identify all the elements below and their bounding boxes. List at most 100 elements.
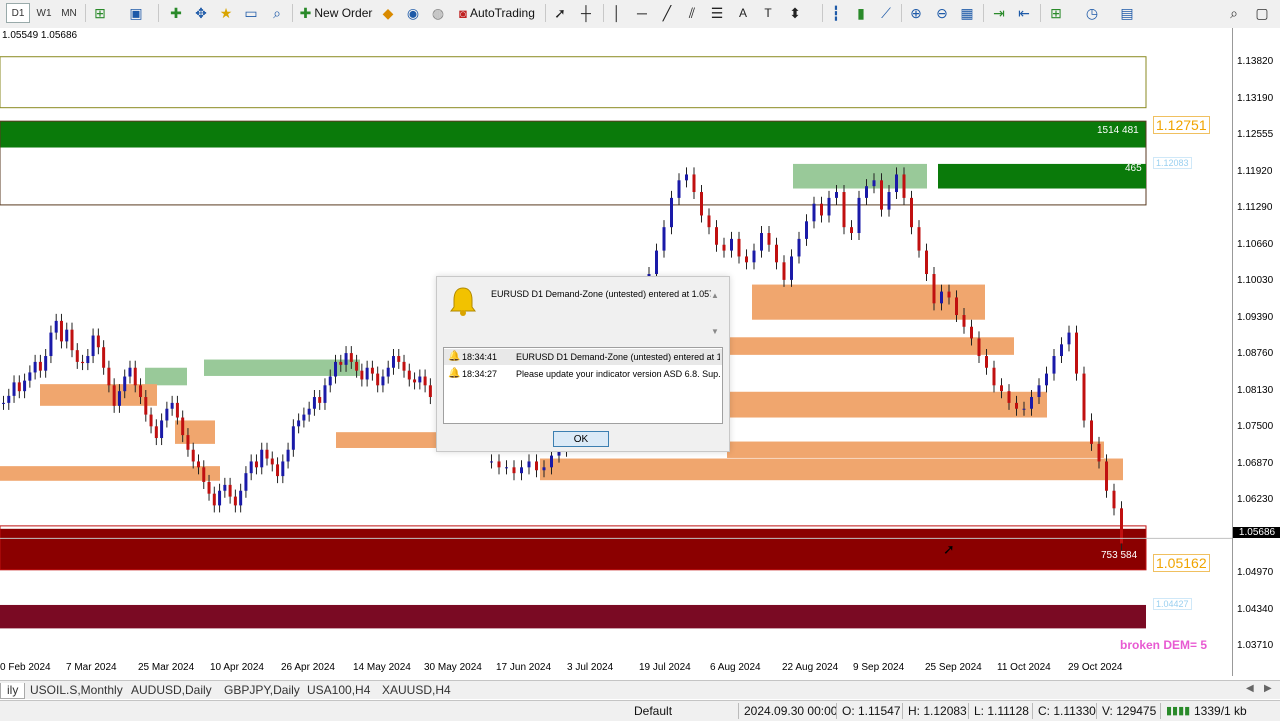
chat-icon[interactable]: ▢ <box>1252 3 1272 23</box>
alert-bell-icon: 🔔 <box>448 368 461 379</box>
candle-body <box>86 356 90 364</box>
alert-row[interactable]: 🔔 18:34:27 Please update your indicator … <box>444 366 722 382</box>
orange-zone-9 <box>0 466 220 481</box>
chart-shift-icon[interactable]: ⇤ <box>1014 3 1034 23</box>
tab-xauusd-h4[interactable]: XAUUSD,H4 <box>376 683 457 698</box>
tab-gbpjpy-daily[interactable]: GBPJPY,Daily <box>218 683 306 698</box>
date-tick-label: 22 Aug 2024 <box>782 662 839 673</box>
tab-audusd-daily[interactable]: AUDUSD,Daily <box>125 683 218 698</box>
tab-usa100-h4[interactable]: USA100,H4 <box>301 683 376 698</box>
navigator-icon[interactable]: ★ <box>216 3 236 23</box>
new-chart-icon[interactable]: ⊞ <box>90 3 110 23</box>
text-icon[interactable]: A <box>733 3 753 23</box>
candle-body <box>970 326 973 339</box>
date-tick-label: 0 Feb 2024 <box>0 662 51 673</box>
tab-eurusd-daily[interactable]: ily <box>0 683 26 699</box>
date-tick-label: 11 Oct 2024 <box>997 662 1051 673</box>
candle-body <box>1082 373 1086 421</box>
tile-windows-icon[interactable]: ▦ <box>957 3 977 23</box>
timeframe-d1-button[interactable]: D1 <box>6 3 30 23</box>
tab-usoil-monthly[interactable]: USOIL.S,Monthly <box>24 683 129 698</box>
candle-body <box>265 449 269 459</box>
candle-body <box>1007 391 1011 403</box>
profiles-icon[interactable]: ▣ <box>126 3 146 23</box>
current-price-label: 1.05686 <box>1233 527 1280 538</box>
data-window-icon[interactable]: ✥ <box>191 3 211 23</box>
price-tick-label: 1.06870 <box>1237 458 1274 469</box>
cursor-icon[interactable]: ➚ <box>550 3 570 23</box>
candle-body <box>65 329 69 342</box>
candle-body <box>730 238 733 251</box>
candle-body <box>323 385 327 403</box>
autotrading-button[interactable]: ◙ AutoTrading <box>454 3 540 23</box>
indicators-icon[interactable]: ⊞ <box>1046 3 1066 23</box>
trendline-icon[interactable]: ╱ <box>657 3 677 23</box>
candle-body <box>1000 385 1003 392</box>
candle-body <box>685 174 688 181</box>
price-tick-label: 1.09390 <box>1237 312 1274 323</box>
candle-body <box>413 379 417 383</box>
zoom-out-icon[interactable]: ⊖ <box>932 3 952 23</box>
candle-body <box>962 315 966 327</box>
line-chart-icon[interactable]: ⟋ <box>876 3 896 23</box>
date-tick-label: 30 May 2024 <box>424 662 482 673</box>
candle-body <box>1112 490 1116 509</box>
candle-body <box>12 382 16 396</box>
market-watch-icon[interactable]: ✚ <box>166 3 186 23</box>
timeframe-mn-button[interactable]: MN <box>57 3 81 23</box>
vertical-line-icon[interactable]: │ <box>607 3 627 23</box>
timeframe-w1-button[interactable]: W1 <box>32 3 56 23</box>
tabs-scroll-right-icon[interactable]: ▶ <box>1264 683 1272 694</box>
tabs-scroll-left-icon[interactable]: ◀ <box>1246 683 1254 694</box>
level-label-upper: 1.12751 <box>1153 116 1210 134</box>
candle-body <box>1075 332 1078 374</box>
search-icon[interactable]: ⌕ <box>1224 3 1244 23</box>
crosshair-icon[interactable]: ┼ <box>576 3 596 23</box>
orange-zone-5 <box>175 420 215 444</box>
arrows-icon[interactable]: ⬍ <box>785 3 805 23</box>
candlestick-icon[interactable]: ▮ <box>851 3 871 23</box>
candle-body <box>917 227 921 251</box>
candle-body <box>1030 397 1033 409</box>
horizontal-line-icon[interactable]: ─ <box>632 3 652 23</box>
candle-body <box>940 291 943 304</box>
candle-body <box>391 356 395 368</box>
text-label-icon[interactable]: T <box>758 3 778 23</box>
channel-icon[interactable]: ⫽ <box>682 3 702 23</box>
periods-icon[interactable]: ◷ <box>1082 3 1102 23</box>
price-tick-label: 1.13190 <box>1237 93 1274 104</box>
candle-body <box>805 221 808 239</box>
candle-body <box>107 367 111 386</box>
terminal-icon[interactable]: ▭ <box>241 3 261 23</box>
candle-body <box>782 262 786 280</box>
message-scroll-up-icon[interactable]: ▲ <box>711 291 719 300</box>
autoscroll-icon[interactable]: ⇥ <box>989 3 1009 23</box>
templates-icon[interactable]: ▤ <box>1117 3 1137 23</box>
level-label-lower: 1.05162 <box>1153 554 1210 572</box>
candle-body <box>339 361 343 365</box>
candle-body <box>212 493 216 506</box>
signals-icon[interactable]: ◉ <box>403 3 423 23</box>
price-tick-label: 1.11290 <box>1237 202 1273 213</box>
autotrading-icon: ◙ <box>459 5 467 21</box>
tester-icon[interactable]: ⌕ <box>267 3 287 23</box>
alert-row[interactable]: 🔔 18:34:41 EURUSD D1 Demand-Zone (untest… <box>444 349 722 365</box>
candle-body <box>955 297 958 316</box>
fibonacci-icon[interactable]: ☰ <box>707 3 727 23</box>
bar-chart-icon[interactable]: ┇ <box>826 3 846 23</box>
candle-body <box>715 227 718 245</box>
date-tick-label: 26 Apr 2024 <box>281 662 335 673</box>
new-order-button[interactable]: ✚ New Order <box>298 3 374 23</box>
candle-body <box>737 238 741 257</box>
candle-body <box>490 461 493 463</box>
message-scroll-down-icon[interactable]: ▼ <box>711 327 719 336</box>
metaeditor-icon[interactable]: ◆ <box>378 3 398 23</box>
candle-body <box>386 367 390 377</box>
candle-body <box>677 180 681 198</box>
market-icon[interactable]: ◍ <box>428 3 448 23</box>
zoom-in-icon[interactable]: ⊕ <box>906 3 926 23</box>
supply-zone-second <box>938 163 1146 189</box>
ok-button[interactable]: OK <box>553 431 609 447</box>
supply-zone-label-top: 1514 481 <box>1097 125 1139 136</box>
candle-body <box>23 380 27 392</box>
